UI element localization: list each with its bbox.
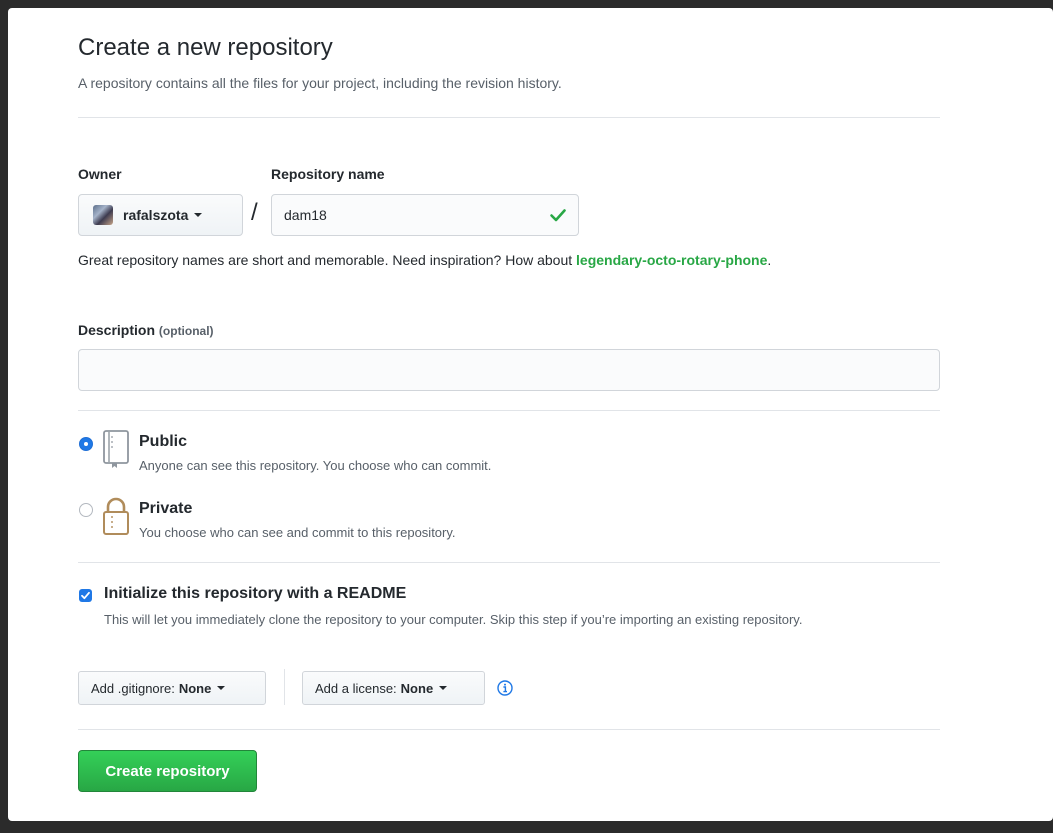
page-title: Create a new repository [78,34,333,61]
lock-icon [103,497,129,535]
name-suggestion-hint: Great repository names are short and mem… [78,248,940,272]
public-label: Public [139,433,188,450]
create-repository-button[interactable]: Create repository [78,750,257,792]
description-label-text: Description [78,322,156,338]
private-label: Private [139,500,193,517]
info-icon[interactable] [497,680,513,696]
avatar [93,205,113,225]
page-frame: Create a new repository A repository con… [8,8,1053,821]
public-description: Anyone can see this repository. You choo… [139,458,492,473]
select-divider [284,669,285,705]
owner-label: Owner [78,166,122,182]
gitignore-prefix: Add .gitignore: [91,680,175,696]
owner-repo-separator: / [251,199,258,226]
readme-description: This will let you immediately clone the … [104,612,803,627]
description-input[interactable] [78,349,940,391]
owner-name: rafalszota [123,207,189,223]
description-label: Description (optional) [78,322,214,338]
repo-name-input[interactable]: dam18 [271,194,579,236]
suggested-name-link[interactable]: legendary-octo-rotary-phone [576,252,767,268]
repo-icon [103,430,129,468]
readme-label: Initialize this repository with a README [104,585,407,602]
license-select[interactable]: Add a license: None [302,671,485,705]
private-radio[interactable] [79,503,93,517]
hint-text: Great repository names are short and mem… [78,252,577,268]
repo-name-value: dam18 [284,207,327,223]
chevron-down-icon [194,213,203,217]
check-icon [550,209,566,222]
owner-select[interactable]: rafalszota [78,194,243,236]
divider [78,729,940,730]
gitignore-select[interactable]: Add .gitignore: None [78,671,266,705]
divider [78,562,940,563]
divider [78,410,940,411]
readme-checkbox[interactable] [79,589,92,602]
gitignore-value: None [178,680,212,696]
page-subtitle: A repository contains all the files for … [78,75,562,91]
license-value: None [400,680,434,696]
private-description: You choose who can see and commit to thi… [139,525,456,540]
repo-name-label: Repository name [271,166,385,182]
license-prefix: Add a license: [315,680,397,696]
divider [78,117,940,118]
chevron-down-icon [439,686,448,690]
optional-note: (optional) [158,324,214,338]
checkmark-icon [81,591,90,600]
chevron-down-icon [217,686,226,690]
public-radio[interactable] [79,437,93,451]
hint-end: . [767,252,772,268]
